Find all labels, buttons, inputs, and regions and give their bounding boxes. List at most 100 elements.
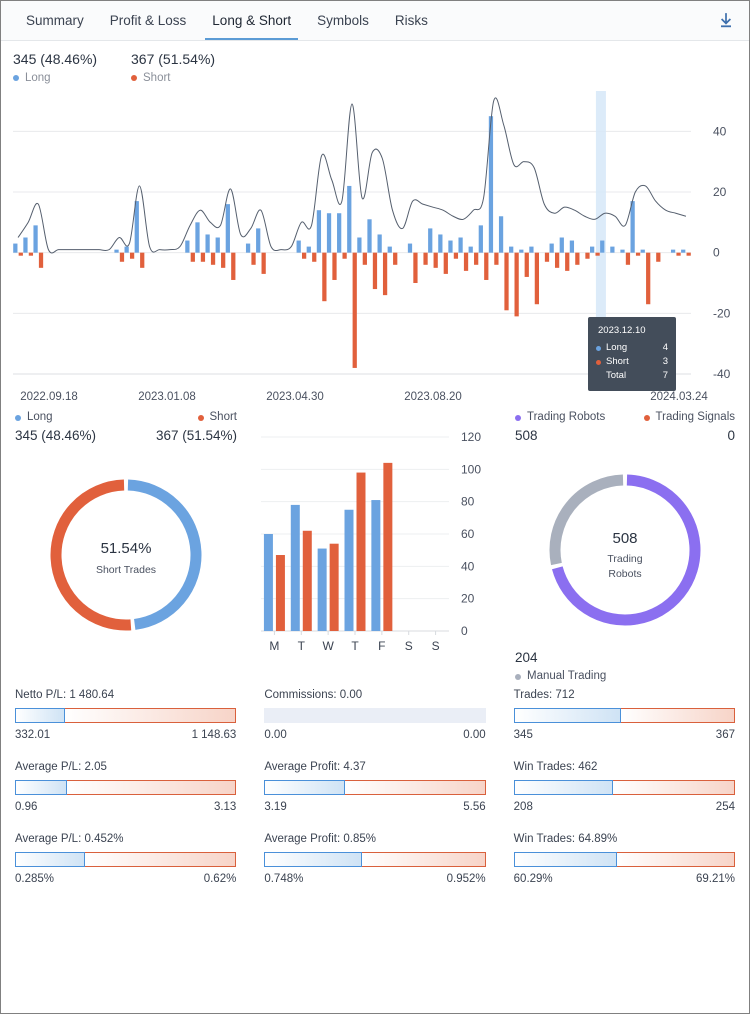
tab-bar: Summary Profit & Loss Long & Short Symbols R… — [1, 1, 749, 41]
tooltip-value: 7 — [662, 370, 668, 381]
long-short-timeline-chart[interactable]: 40 20 0 -20 -40 2022.09.18 2023.01.08 2023.04.… — [1, 89, 749, 409]
bar-long — [549, 243, 554, 253]
long-legend-dot-icon — [15, 414, 21, 421]
weekday-x-tick: S — [432, 639, 440, 653]
metric-left-value: 208 — [513, 801, 533, 813]
x-tick-label: 2023.01.08 — [138, 391, 196, 403]
metric-bar — [513, 852, 735, 867]
bar-short — [129, 252, 135, 259]
long-legend-dot-icon — [13, 75, 19, 81]
metric-title: Average Profit: 0.85% — [264, 833, 376, 845]
metric-right-value: 3.13 — [213, 801, 237, 813]
metric-bar — [15, 780, 237, 795]
weekday-bar-long — [371, 500, 381, 631]
metric-title: Commissions: 0.00 — [264, 689, 363, 701]
donut-long-value: 345 (48.46%) — [15, 428, 97, 443]
bar-long — [590, 246, 595, 253]
metric-bar — [513, 780, 735, 795]
bar-short — [251, 252, 256, 265]
tooltip-row: Short 3 — [596, 355, 668, 369]
bar-long — [630, 201, 635, 253]
weekday-y-tick: 120 — [461, 430, 481, 444]
weekday-bars-panel: 0 20 40 60 80 100 120 M T W T F S S — [251, 409, 501, 689]
bar-long — [498, 216, 504, 253]
bar-short — [686, 252, 691, 256]
tooltip-dot-spacer — [596, 374, 601, 379]
tooltip-dot-icon — [596, 359, 601, 365]
donut-center-percent: 51.54% — [101, 540, 152, 557]
metric-bar-long — [513, 708, 621, 723]
bar-long — [519, 249, 524, 253]
donut-segment — [549, 474, 624, 566]
bar-long — [114, 249, 119, 253]
bar-long — [124, 246, 129, 253]
metric-item: Average P/L: 2.05 0.96 3.13 — [15, 761, 237, 813]
bar-short — [332, 252, 337, 280]
tooltip-rows: Long 4 Short 3 Total 7 — [596, 341, 668, 383]
report-window: Summary Profit & Loss Long & Short Symbols R… — [0, 0, 750, 1014]
metric-bar — [15, 852, 237, 867]
bar-short — [676, 252, 681, 256]
bar-long — [468, 246, 473, 253]
weekday-bar-short — [383, 462, 393, 631]
tooltip-label: Total — [606, 370, 627, 381]
metric-title: Average P/L: 2.05 — [15, 761, 107, 773]
metric-bar-short — [64, 708, 237, 723]
tab-summary[interactable]: Summary — [13, 1, 97, 40]
download-icon — [720, 12, 732, 27]
trading-robots-donut[interactable]: 508 Trading Robots — [520, 455, 730, 645]
bar-long — [195, 222, 200, 253]
metric-bar-long — [15, 708, 65, 723]
bar-short — [554, 252, 560, 268]
metrics-column: Netto P/L: 1 480.64 332.01 1 148.63 Average… — [1, 689, 250, 905]
long-short-donut[interactable]: 51.54% Short Trades — [21, 455, 231, 665]
bar-long — [347, 185, 352, 253]
metric-right-value: 0.952% — [446, 873, 486, 885]
tab-risks[interactable]: Risks — [382, 1, 441, 40]
metric-title: Netto P/L: 1 480.64 — [15, 689, 115, 701]
short-legend-dot-icon — [197, 414, 204, 421]
tab-long-short[interactable]: Long & Short — [199, 1, 304, 40]
metric-footer: 0.285% 0.62% — [15, 873, 236, 885]
metric-footer: 332.01 1 148.63 — [15, 729, 236, 741]
bar-long — [33, 225, 38, 253]
bar-long — [407, 243, 413, 253]
metrics-column: Commissions: 0.00 0.00 0.00 Average Profit:… — [250, 689, 499, 905]
metric-title: Average P/L: 0.452% — [15, 833, 124, 845]
weekday-bar-chart[interactable]: 0 20 40 60 80 100 120 M T W T F S S — [251, 409, 501, 689]
metric-bar — [513, 708, 735, 723]
metric-item: Average P/L: 0.452% 0.285% 0.62% — [15, 833, 237, 885]
y-tick-label: 0 — [713, 246, 720, 260]
bar-long — [620, 249, 625, 253]
tab-symbols[interactable]: Symbols — [304, 1, 382, 40]
tooltip-date: 2023.12.10 — [598, 325, 646, 336]
bar-short — [433, 252, 438, 268]
download-button[interactable] — [703, 1, 749, 40]
bar-short — [190, 252, 195, 262]
summary-long-text: Long — [25, 72, 51, 84]
bar-long — [478, 225, 483, 253]
metric-item: Commissions: 0.00 0.00 0.00 — [264, 689, 486, 741]
bar-long — [559, 237, 564, 253]
bar-long — [316, 210, 322, 253]
bar-short — [342, 252, 347, 259]
metric-item: Trades: 712 345 367 — [513, 689, 735, 741]
y-tick-label: 40 — [713, 124, 727, 138]
weekday-bar-long — [263, 534, 273, 631]
bar-short — [261, 252, 266, 274]
metric-footer: 3.19 5.56 — [264, 801, 485, 813]
tab-profit-loss[interactable]: Profit & Loss — [97, 1, 200, 40]
metric-bar-long — [264, 852, 362, 867]
bar-long — [245, 243, 251, 253]
metric-footer: 345 367 — [514, 729, 735, 741]
bar-long — [215, 237, 220, 253]
weekday-bar-long — [344, 509, 354, 631]
robots-legend-dot-icon — [515, 414, 521, 421]
donut-short-label: Short — [209, 411, 238, 423]
bar-long — [438, 234, 443, 253]
metric-footer: 0.00 0.00 — [264, 729, 485, 741]
bar-long — [326, 213, 332, 253]
bar-long — [458, 237, 463, 253]
bar-short — [312, 252, 317, 262]
weekday-bar-short — [329, 543, 339, 631]
